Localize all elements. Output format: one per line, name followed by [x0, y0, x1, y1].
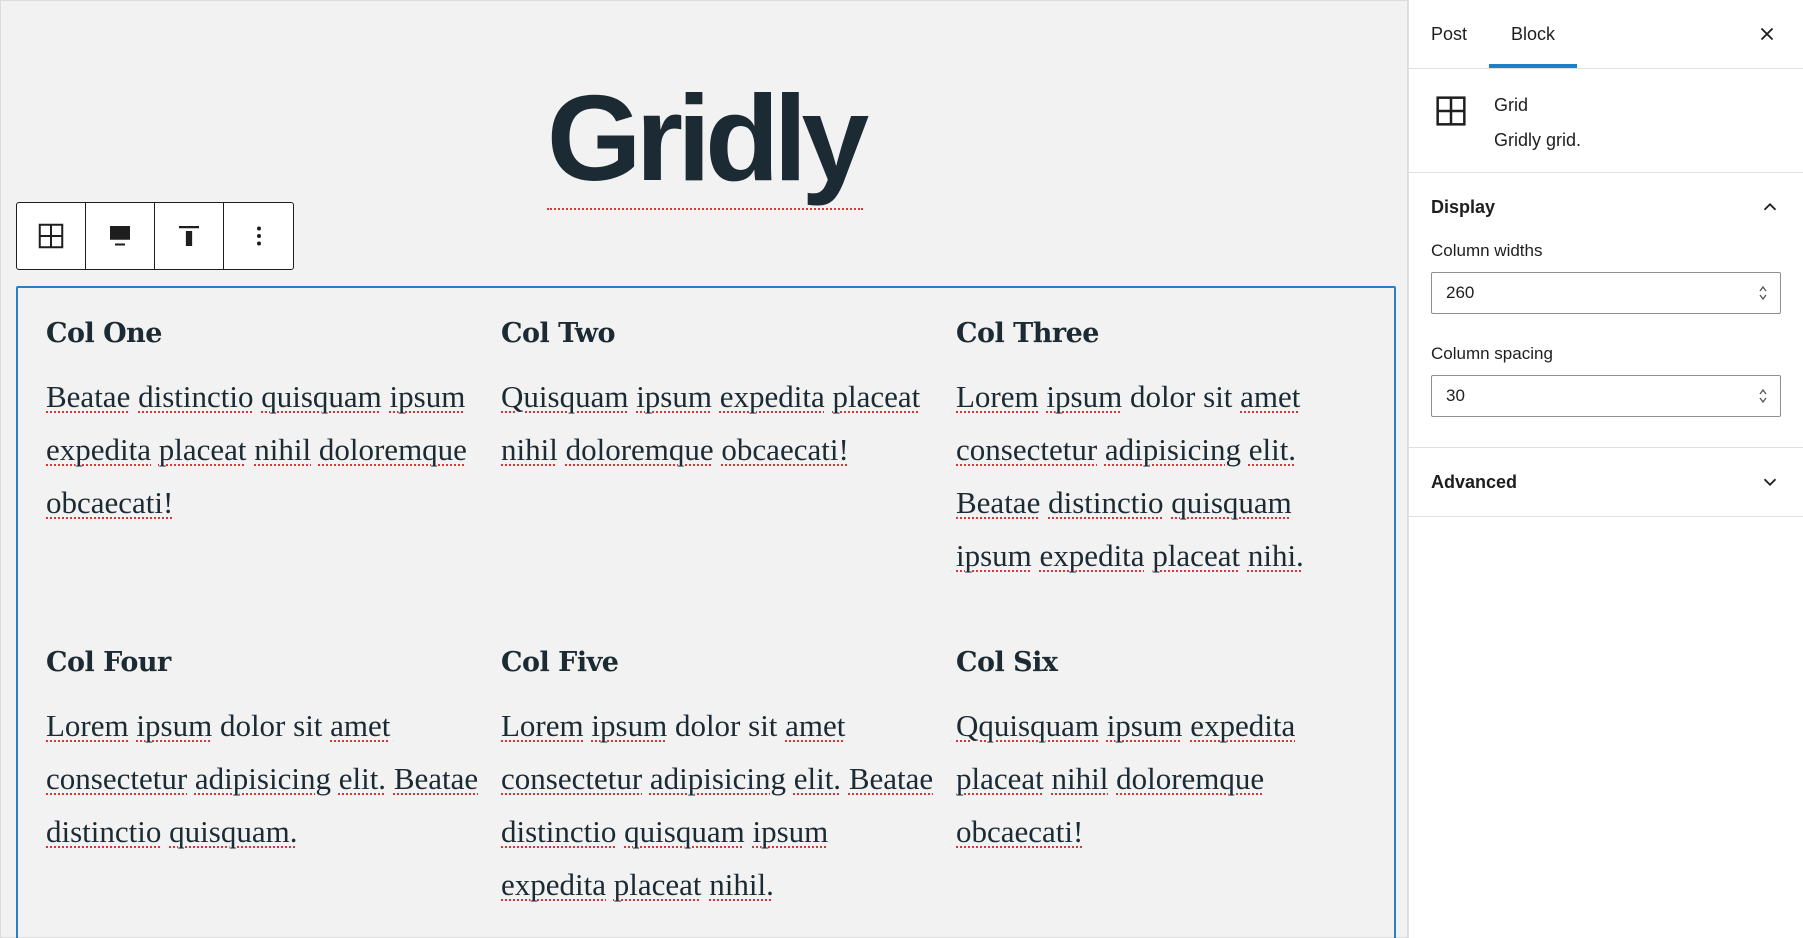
editor-canvas: Gridly Col One Beatae distinctio quisquam…	[0, 0, 1408, 938]
spinner-arrows-icon[interactable]	[1758, 284, 1768, 302]
display-panel-body: Column widths 260 Column spacing 30	[1409, 241, 1803, 447]
close-icon	[1760, 27, 1774, 41]
grid-column[interactable]: Col One Beatae distinctio quisquam ipsum …	[46, 318, 501, 615]
advanced-panel: Advanced	[1409, 448, 1803, 517]
block-description: Gridly grid.	[1494, 130, 1582, 150]
column-text[interactable]: Quisquam ipsum expedita placeat nihil do…	[501, 370, 956, 476]
column-widths-label: Column widths	[1431, 241, 1543, 260]
column-spacing-value: 30	[1446, 386, 1465, 405]
grid-block-button[interactable]	[17, 203, 86, 269]
column-text[interactable]: Lorem ipsum dolor sit amet consectetur a…	[46, 699, 501, 858]
grid-column[interactable]: Col Four Lorem ipsum dolor sit amet conse…	[46, 647, 501, 938]
block-toolbar	[16, 202, 294, 270]
vertical-align-top-icon	[179, 226, 199, 246]
advanced-panel-title: Advanced	[1431, 471, 1518, 492]
close-sidebar-button[interactable]	[1753, 20, 1781, 48]
sidebar-tabs: Post Block	[1409, 0, 1803, 69]
block-name: Grid	[1494, 95, 1529, 115]
settings-sidebar: Post Block Grid Gridly grid. Display Col…	[1408, 0, 1803, 938]
column-heading[interactable]: Col Two	[501, 318, 956, 350]
column-heading[interactable]: Col Four	[46, 647, 501, 679]
display-panel-title: Display	[1431, 196, 1496, 217]
grid-block[interactable]: Col One Beatae distinctio quisquam ipsum …	[16, 286, 1396, 938]
chevron-up-icon	[1763, 202, 1777, 211]
site-title[interactable]: Gridly	[1, 70, 1409, 210]
align-button[interactable]	[86, 203, 155, 269]
column-heading[interactable]: Col Five	[501, 647, 956, 679]
grid-column[interactable]: Col Six Qquisquam ipsum expedita placeat …	[956, 647, 1386, 938]
column-text[interactable]: Lorem ipsum dolor sit amet consectetur a…	[501, 699, 956, 911]
column-text[interactable]: Qquisquam ipsum expedita placeat nihil d…	[956, 699, 1386, 858]
column-text[interactable]: Beatae distinctio quisquam ipsum expedit…	[46, 370, 501, 529]
grid-column[interactable]: Col Five Lorem ipsum dolor sit amet conse…	[501, 647, 956, 938]
advanced-panel-toggle[interactable]: Advanced	[1409, 448, 1803, 516]
column-heading[interactable]: Col One	[46, 318, 501, 350]
column-spacing-input[interactable]: 30	[1431, 375, 1781, 417]
block-card: Grid Gridly grid.	[1409, 69, 1803, 173]
vertical-align-button[interactable]	[155, 203, 224, 269]
grid-column[interactable]: Col Three Lorem ipsum dolor sit amet cons…	[956, 318, 1386, 615]
chevron-down-icon	[1763, 478, 1777, 487]
tab-post[interactable]: Post	[1409, 0, 1489, 68]
grid-icon	[38, 223, 64, 249]
spinner-arrows-icon[interactable]	[1758, 387, 1768, 405]
column-widths-input[interactable]: 260	[1431, 272, 1781, 314]
column-text[interactable]: Lorem ipsum dolor sit amet consectetur a…	[956, 370, 1386, 582]
tab-block[interactable]: Block	[1489, 0, 1578, 68]
column-spacing-label: Column spacing	[1431, 344, 1553, 363]
column-heading[interactable]: Col Three	[956, 318, 1386, 350]
column-widths-value: 260	[1446, 283, 1475, 302]
grid-column[interactable]: Col Two Quisquam ipsum expedita placeat n…	[501, 318, 956, 615]
display-panel: Display Column widths 260 Column spacing…	[1409, 173, 1803, 448]
grid-icon	[1436, 96, 1466, 126]
column-heading[interactable]: Col Six	[956, 647, 1386, 679]
display-panel-toggle[interactable]: Display	[1409, 173, 1803, 241]
more-options-icon	[256, 226, 261, 246]
align-icon	[110, 226, 130, 246]
more-options-button[interactable]	[224, 203, 293, 269]
